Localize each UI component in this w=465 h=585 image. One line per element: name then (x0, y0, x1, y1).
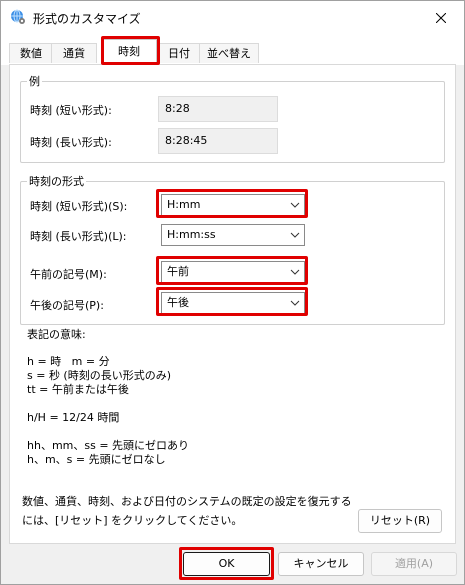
globe-settings-icon (10, 9, 26, 25)
notation-line: tt = 午前または午後 (27, 383, 129, 396)
chevron-down-icon (290, 269, 300, 275)
window-title: 形式のカスタマイズ (33, 12, 141, 26)
apply-button[interactable]: 適用(A) (371, 552, 457, 576)
notation-line: hh、mm、ss = 先頭にゼロあり (27, 439, 190, 452)
notation-line: h、m、s = 先頭にゼロなし (27, 453, 166, 466)
long-time-label: 時刻 (長い形式)(L): (30, 230, 127, 243)
chevron-down-icon (290, 202, 300, 208)
pm-symbol-label: 午後の記号(P): (30, 299, 104, 312)
customize-format-dialog: 形式のカスタマイズ 数値 通貨 時刻 日付 並べ替え 例 時刻 (短い形式): … (0, 0, 465, 585)
chevron-down-icon (290, 232, 300, 238)
tab-strip: 数値 通貨 時刻 日付 並べ替え (1, 35, 464, 66)
tab-sort[interactable]: 並べ替え (199, 43, 259, 63)
notation-line: h/H = 12/24 時間 (27, 411, 120, 424)
am-symbol-value: 午前 (167, 265, 189, 278)
chevron-down-icon (290, 300, 300, 306)
tab-date[interactable]: 日付 (158, 43, 200, 63)
notation-line: h = 時 m = 分 (27, 355, 110, 368)
short-time-combo[interactable]: H:mm (161, 194, 305, 216)
example-legend: 例 (29, 75, 40, 88)
pm-symbol-value: 午後 (167, 296, 189, 309)
close-button[interactable] (418, 1, 464, 34)
notation-explanation: 表記の意味: h = 時 m = 分 s = 秒 (時刻の長い形式のみ) tt … (27, 328, 427, 467)
am-symbol-combo[interactable]: 午前 (161, 261, 305, 283)
example-long-label: 時刻 (長い形式): (30, 136, 112, 149)
am-symbol-label: 午前の記号(M): (30, 268, 107, 281)
close-icon (436, 12, 446, 23)
reset-button[interactable]: リセット(R) (358, 509, 442, 533)
short-time-label: 時刻 (短い形式)(S): (30, 200, 128, 213)
pm-symbol-combo[interactable]: 午後 (161, 292, 305, 314)
short-time-value: H:mm (167, 198, 201, 211)
title-bar: 形式のカスタマイズ (1, 1, 464, 35)
tab-time[interactable]: 時刻 (101, 39, 157, 66)
cancel-button[interactable]: キャンセル (278, 552, 364, 576)
tab-currency[interactable]: 通貨 (51, 43, 97, 63)
example-short-value: 8:28 (158, 96, 278, 122)
long-time-combo[interactable]: H:mm:ss (161, 224, 305, 246)
tab-numbers[interactable]: 数値 (9, 43, 53, 63)
ok-button[interactable]: OK (183, 552, 270, 576)
example-short-label: 時刻 (短い形式): (30, 104, 112, 117)
time-format-legend: 時刻の形式 (29, 175, 84, 188)
example-long-value: 8:28:45 (158, 128, 278, 154)
reset-description-line2: には、[リセット] をクリックしてください。 (22, 514, 243, 527)
notation-line: s = 秒 (時刻の長い形式のみ) (27, 369, 172, 382)
reset-description-line1: 数値、通貨、時刻、および日付のシステムの既定の設定を復元する (22, 495, 352, 508)
time-tab-panel: 例 時刻 (短い形式): 8:28 時刻 (長い形式): 8:28:45 時刻の… (9, 64, 456, 544)
notation-heading: 表記の意味: (27, 328, 86, 341)
long-time-value: H:mm:ss (167, 228, 216, 241)
